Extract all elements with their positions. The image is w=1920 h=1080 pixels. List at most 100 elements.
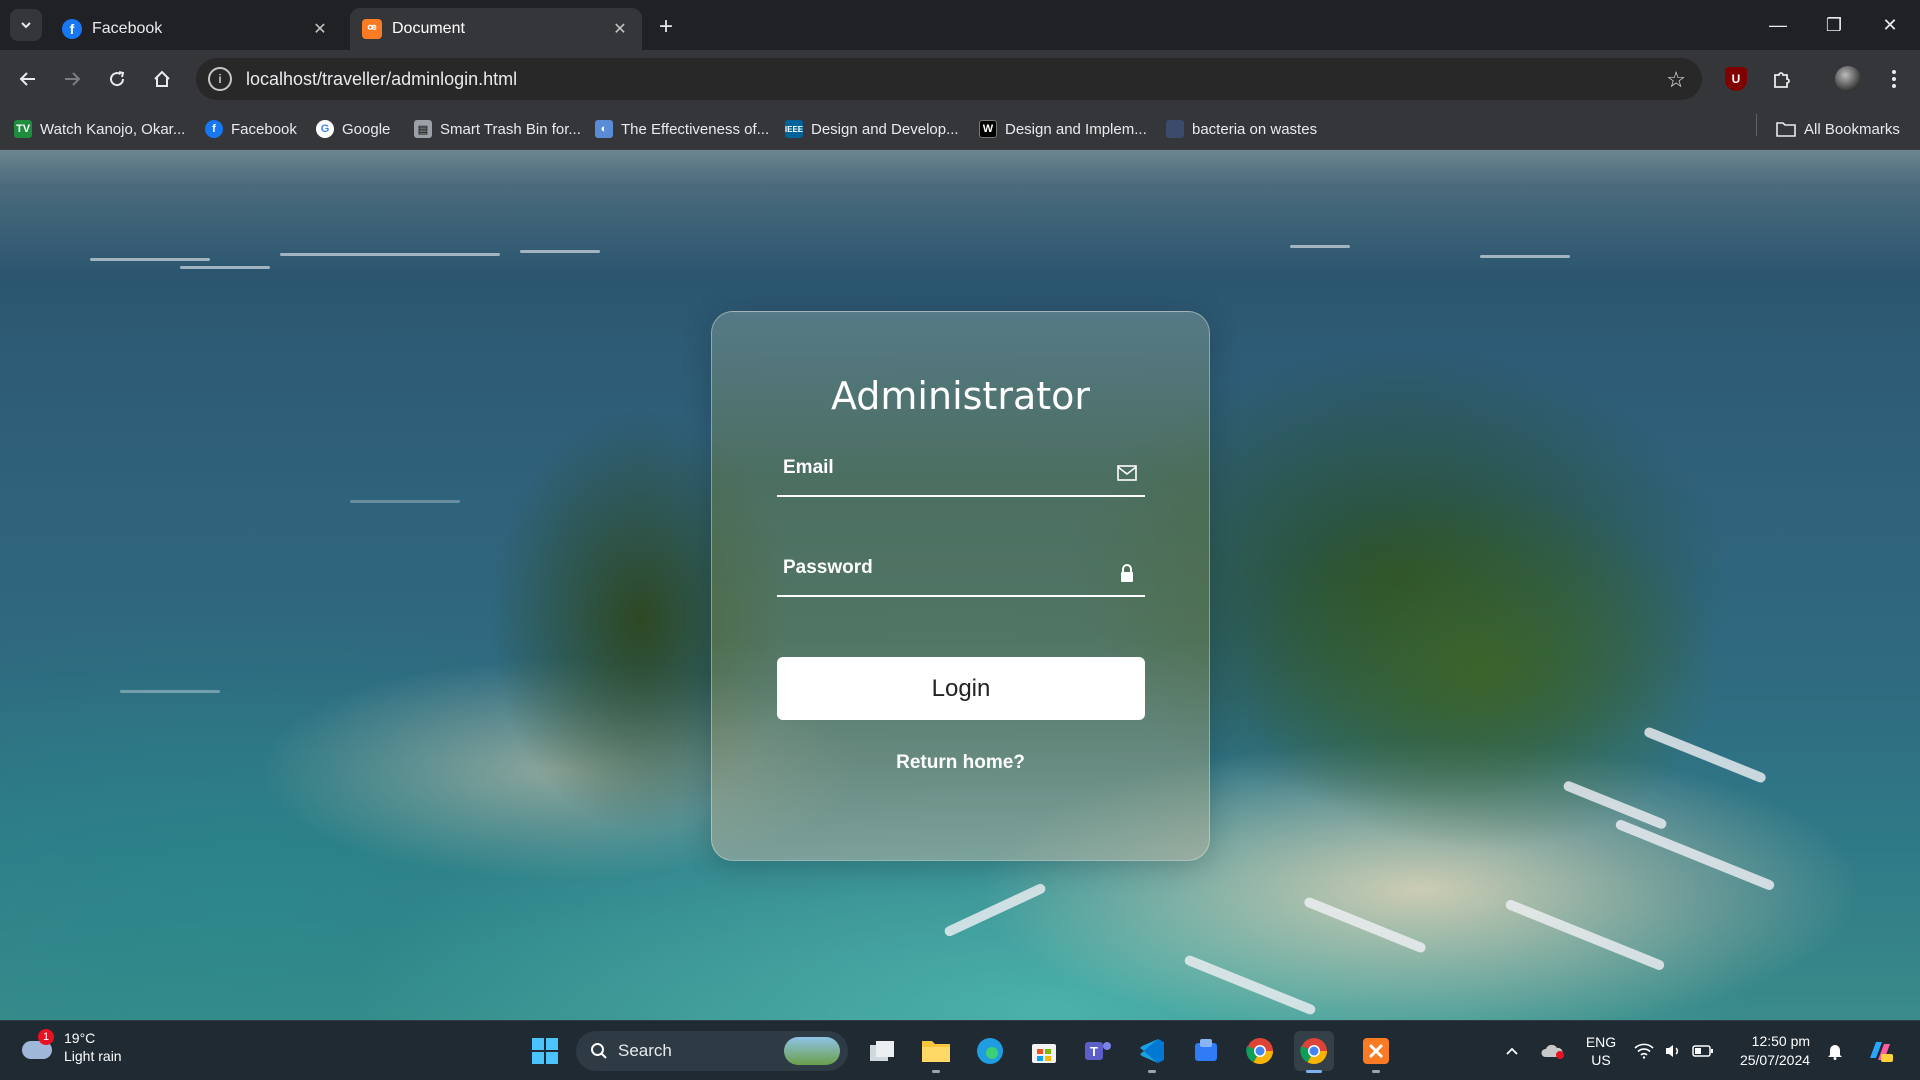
forward-button[interactable] <box>56 63 88 95</box>
folder-icon <box>1776 122 1796 137</box>
close-icon[interactable]: ✕ <box>310 19 330 39</box>
notifications-button[interactable] <box>1822 1021 1848 1080</box>
task-view-icon <box>870 1041 894 1061</box>
bookmark-item[interactable]: TV Watch Kanojo, Okar... <box>14 117 185 141</box>
url-text[interactable]: localhost/traveller/adminlogin.html <box>246 69 517 90</box>
tab-title: Document <box>392 20 465 37</box>
restore-button[interactable]: ❐ <box>1806 0 1862 50</box>
more-vert-icon <box>1892 70 1896 88</box>
home-button[interactable] <box>146 63 178 95</box>
ublock-extension[interactable]: U <box>1722 65 1750 93</box>
chevron-down-icon <box>21 22 31 29</box>
wifi-icon <box>1634 1043 1654 1059</box>
taskbar-chrome[interactable] <box>1240 1031 1280 1071</box>
window-close-button[interactable]: ✕ <box>1862 0 1918 50</box>
new-tab-button[interactable]: + <box>652 13 680 41</box>
bookmark-item[interactable]: f Facebook <box>205 117 297 141</box>
email-field[interactable]: Email <box>777 447 1145 497</box>
bookmark-item[interactable]: IEEE Design and Develop... <box>785 117 959 141</box>
address-bar[interactable]: i localhost/traveller/adminlogin.html ☆ <box>196 58 1702 100</box>
taskbar-app[interactable] <box>1186 1031 1226 1071</box>
bell-icon <box>1828 1045 1842 1060</box>
onedrive-tray[interactable] <box>1538 1021 1568 1080</box>
taskbar-edge[interactable] <box>970 1031 1010 1071</box>
edge-icon <box>977 1038 1003 1064</box>
bookmark-item[interactable]: W Design and Implem... <box>979 117 1147 141</box>
reload-button[interactable] <box>101 63 133 95</box>
tv-icon: TV <box>14 120 32 138</box>
copilot-icon <box>1870 1042 1893 1062</box>
taskbar-file-explorer[interactable] <box>916 1031 956 1073</box>
taskbar-search[interactable]: Search <box>576 1031 848 1071</box>
task-view-button[interactable] <box>862 1031 902 1071</box>
search-icon <box>591 1043 607 1059</box>
clock[interactable]: 12:50 pm 25/07/2024 <box>1730 1021 1820 1080</box>
bookmark-label: The Effectiveness of... <box>621 120 770 138</box>
folder-icon <box>922 1041 950 1062</box>
chevron-up-icon <box>1506 1047 1518 1055</box>
bookmark-item[interactable]: ▤ Smart Trash Bin for... <box>414 117 581 141</box>
xampp-icon <box>1363 1038 1389 1064</box>
bookmark-star-icon[interactable]: ☆ <box>1666 67 1686 93</box>
back-button[interactable] <box>12 63 44 95</box>
facebook-icon: f <box>62 19 82 39</box>
tab-facebook[interactable]: f Facebook ✕ <box>50 8 342 50</box>
close-icon[interactable]: ✕ <box>610 19 630 39</box>
site-info-icon[interactable]: i <box>208 67 232 91</box>
lock-icon <box>1117 563 1137 583</box>
teams-icon: T <box>1085 1042 1111 1060</box>
quick-settings[interactable] <box>1632 1021 1716 1080</box>
bookmark-item[interactable]: ◐ The Effectiveness of... <box>595 117 769 141</box>
start-button[interactable] <box>525 1031 565 1071</box>
copilot-button[interactable] <box>1862 1021 1898 1080</box>
taskbar-chrome-profile[interactable] <box>1294 1031 1334 1073</box>
taskbar: 1 19°C Light rain Search T ENG US 12:50 … <box>0 1020 1920 1080</box>
bookmarks-divider <box>1756 114 1757 136</box>
all-bookmarks-button[interactable]: All Bookmarks <box>1776 117 1900 141</box>
bookmark-label: Facebook <box>231 120 297 138</box>
bookmark-label: Smart Trash Bin for... <box>440 120 581 138</box>
page-title: Administrator <box>830 374 1091 418</box>
tab-search-button[interactable] <box>10 9 42 41</box>
profile-button[interactable] <box>1834 65 1862 93</box>
taskbar-vscode[interactable] <box>1132 1031 1172 1073</box>
bookmarks-bar: TV Watch Kanojo, Okar... f Facebook G Go… <box>0 108 1920 150</box>
browser-toolbar: i localhost/traveller/adminlogin.html ☆ … <box>0 50 1920 108</box>
reload-icon <box>110 71 125 87</box>
region-text: US <box>1591 1052 1611 1068</box>
password-label: Password <box>783 557 873 578</box>
bookmark-label: Design and Develop... <box>811 120 959 138</box>
return-home-link[interactable]: Return home? <box>712 752 1209 774</box>
puzzle-icon <box>1774 72 1790 88</box>
page-viewport: Administrator Email Password Login Retur… <box>0 150 1920 1020</box>
chrome-menu-button[interactable] <box>1880 65 1908 93</box>
language-indicator[interactable]: ENG US <box>1580 1021 1622 1080</box>
weather-icon: 1 <box>20 1029 56 1061</box>
login-button[interactable]: Login <box>777 657 1145 720</box>
facebook-icon: f <box>205 120 223 138</box>
ieee-icon: IEEE <box>785 120 803 138</box>
arrow-right-icon <box>65 72 81 86</box>
taskbar-xampp[interactable] <box>1356 1031 1396 1073</box>
clock-date: 25/07/2024 <box>1739 1052 1811 1068</box>
minimize-button[interactable]: — <box>1750 0 1806 50</box>
show-hidden-icons-button[interactable] <box>1500 1021 1524 1080</box>
tab-document[interactable]: ꟹ Document ✕ <box>350 8 642 50</box>
password-field[interactable]: Password <box>777 547 1145 597</box>
weather-desc: Light rain <box>64 1048 122 1064</box>
battery-icon <box>1692 1045 1713 1057</box>
bookmark-label: bacteria on wastes <box>1192 120 1318 138</box>
bookmark-item[interactable]: bacteria on wastes <box>1166 117 1317 141</box>
w-icon: W <box>979 120 997 138</box>
extensions-button[interactable] <box>1768 65 1796 93</box>
cloud-error-icon <box>1541 1044 1564 1059</box>
vscode-icon <box>1140 1039 1164 1063</box>
language-text: ENG <box>1585 1034 1617 1050</box>
bookmark-item[interactable]: G Google <box>316 117 390 141</box>
clock-time: 12:50 pm <box>1751 1033 1811 1049</box>
taskbar-store[interactable] <box>1024 1031 1064 1071</box>
taskbar-teams[interactable]: T <box>1078 1031 1118 1071</box>
bookmark-label: Design and Implem... <box>1005 120 1147 138</box>
email-label: Email <box>783 457 834 478</box>
weather-widget[interactable]: 1 19°C Light rain <box>20 1029 122 1065</box>
